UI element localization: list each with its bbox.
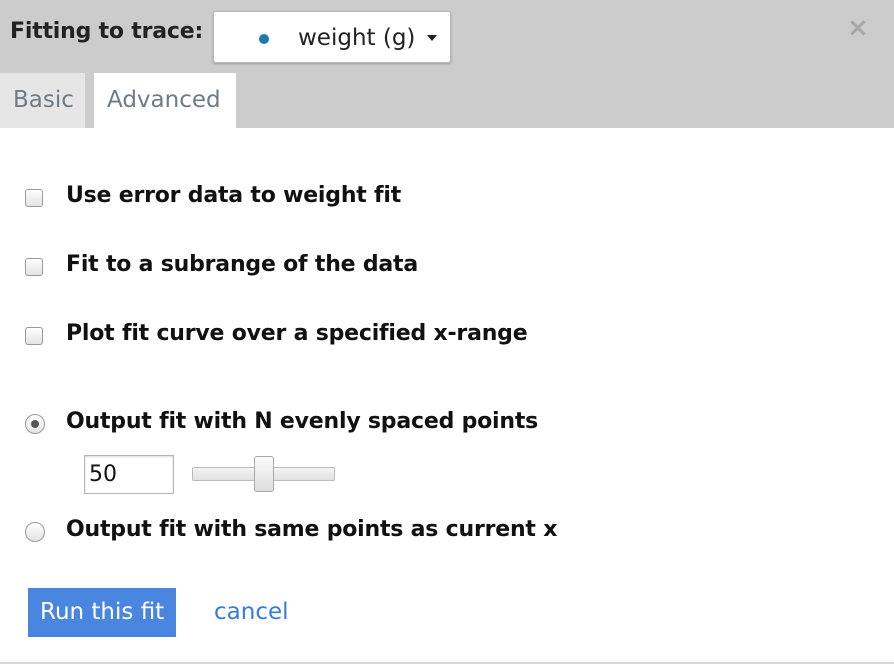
trace-marker-dot-icon [259,34,269,44]
fit-dialog: Fitting to trace: weight (g) × Basic Adv… [0,0,894,666]
subrange-checkbox[interactable] [25,258,43,276]
n-points-slider-thumb[interactable] [254,456,274,492]
same-x-radio[interactable] [25,522,45,542]
trace-name: weight (g) [298,25,416,51]
n-points-label: Output fit with N evenly spaced points [66,409,539,434]
radio-selected-dot [31,420,39,428]
run-fit-button-label: Run this fit [40,599,165,625]
bottom-divider [0,662,894,664]
n-points-radio[interactable] [25,414,45,434]
error-weight-label: Use error data to weight fit [66,183,402,208]
error-weight-checkbox[interactable] [25,189,43,207]
n-points-input[interactable] [84,455,174,494]
tab-basic-label: Basic [13,87,74,113]
x-range-checkbox[interactable] [25,327,43,345]
tab-advanced-label: Advanced [107,87,221,113]
chevron-down-icon [427,35,437,41]
fitting-to-trace-label: Fitting to trace: [10,19,204,44]
tab-basic[interactable]: Basic [0,73,85,128]
close-icon[interactable]: × [847,14,869,42]
trace-dropdown[interactable]: weight (g) [213,11,451,63]
same-x-label: Output fit with same points as current x [66,517,558,542]
dialog-header: Fitting to trace: weight (g) × Basic Adv… [0,0,894,128]
run-fit-button[interactable]: Run this fit [28,588,176,637]
subrange-label: Fit to a subrange of the data [66,252,418,277]
x-range-label: Plot fit curve over a specified x-range [66,321,528,346]
tab-advanced[interactable]: Advanced [94,73,236,128]
cancel-link[interactable]: cancel [214,599,289,625]
